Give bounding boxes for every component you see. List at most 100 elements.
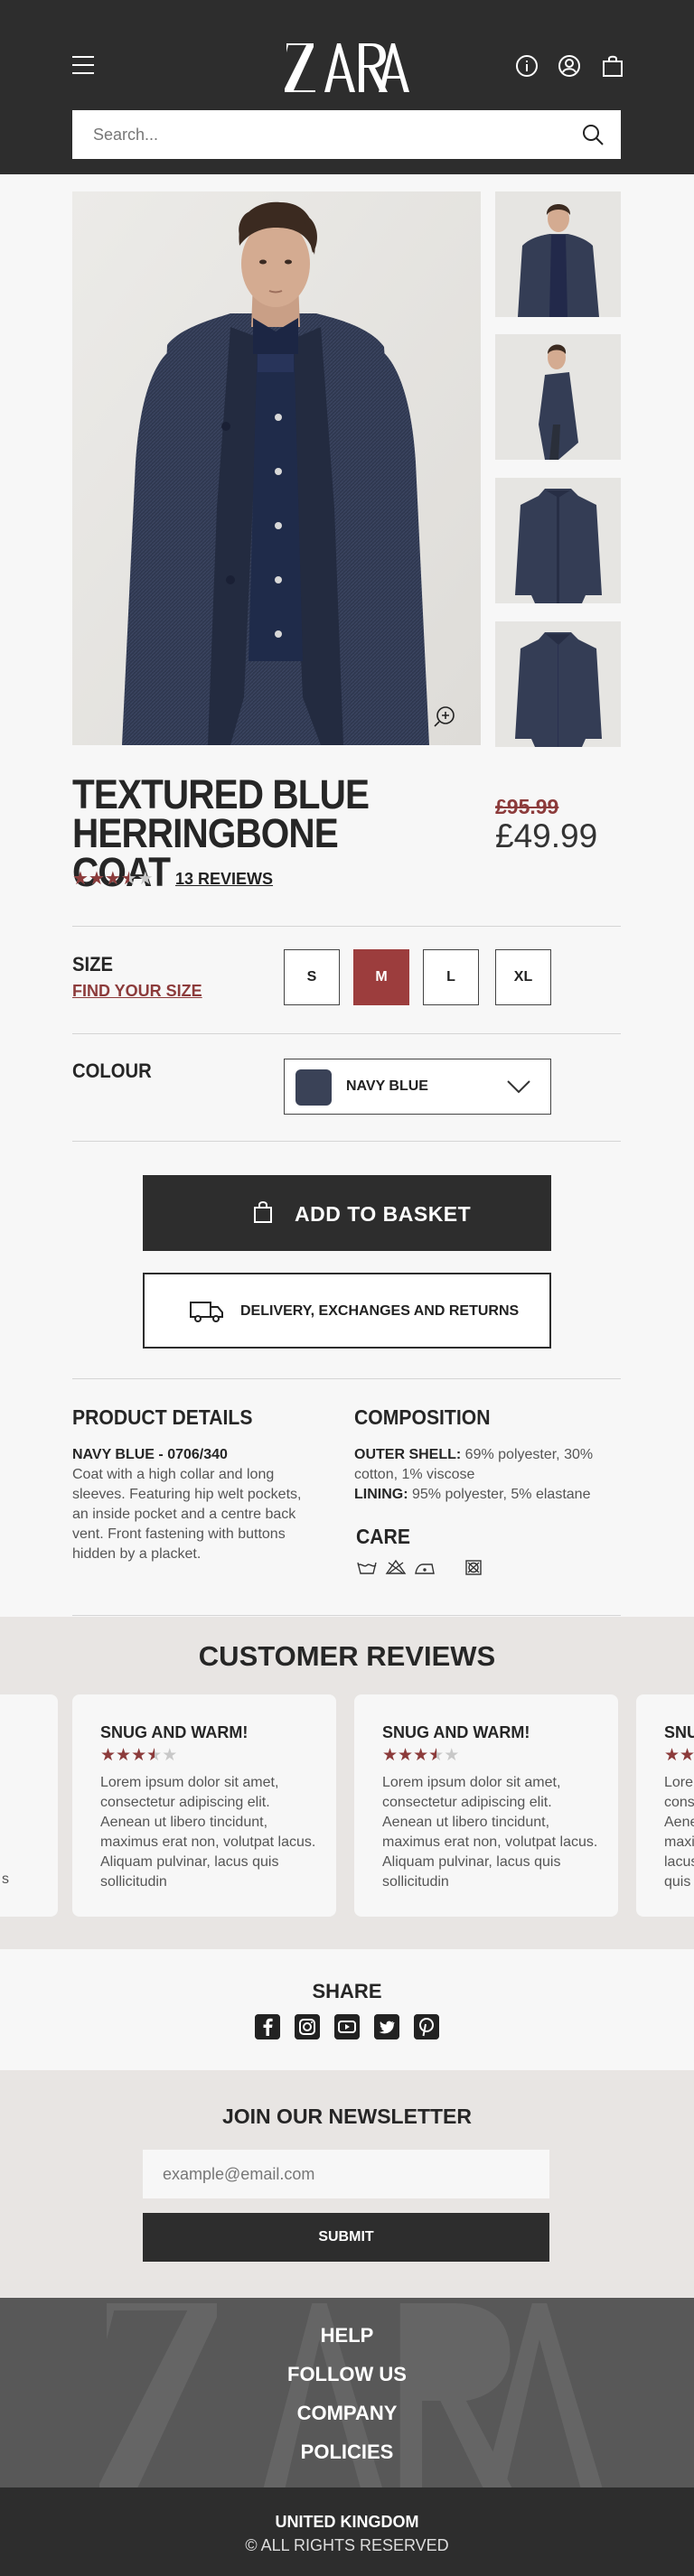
instagram-icon[interactable] [295,2014,320,2039]
composition-outer: OUTER SHELL: 69% polyester, 30% cotton, … [354,1447,594,1482]
newsletter-section: JOIN OUR NEWSLETTER SUBMIT [0,2070,694,2298]
product-main-image[interactable] [72,191,481,745]
product-thumbnail-2[interactable] [495,334,621,460]
size-option-xl[interactable]: XL [495,949,551,1005]
star-icon: ★★ [72,869,89,889]
product-thumbnail-4[interactable] [495,621,621,747]
star-icon: ★★ [146,1746,163,1765]
add-to-basket-button[interactable]: ADD TO BASKET [143,1175,551,1251]
review-stars: ★★★★★★★★★★ [382,1745,459,1766]
divider [72,1141,621,1142]
pinterest-icon[interactable] [414,2014,439,2039]
product-reference: NAVY BLUE - 0706/340 [72,1447,228,1462]
star-icon: ★★ [398,1746,414,1765]
twitter-icon[interactable] [374,2014,399,2039]
basket-icon [254,1201,272,1223]
divider [72,1378,621,1379]
country-label[interactable]: UNITED KINGDOM [0,2513,694,2532]
original-price: £95.99 [495,795,559,818]
account-icon[interactable] [558,54,581,78]
rating-stars: ★★★★★★★★★★ [72,869,154,889]
newsletter-heading: JOIN OUR NEWSLETTER [221,2105,472,2128]
composition-lining: LINING: 95% polyester, 5% elastane [354,1487,591,1502]
product-thumbnail-3[interactable] [495,478,621,603]
footer-link-company[interactable]: COMPANY [0,2402,694,2425]
product-thumbnail-1[interactable] [495,191,621,317]
sale-price: £49.99 [495,817,598,854]
star-icon: ★★ [136,869,154,889]
search-bar [72,110,621,159]
wash-30-icon [357,1562,377,1574]
reviews-link[interactable]: 13 REVIEWS [175,870,273,889]
header [0,0,694,174]
zara-logo[interactable] [285,40,409,94]
youtube-icon[interactable] [334,2014,360,2039]
product-details-heading: PRODUCT DETAILS [72,1405,253,1429]
divider [72,926,621,927]
chevron-down-icon [507,1080,530,1094]
basket-icon[interactable] [602,54,624,78]
colour-select[interactable]: NAVY BLUE [284,1059,551,1115]
review-stars: ★★★★★★★★★★ [100,1745,177,1766]
review-body: Lore cons Aene maxi lacus quis [664,1775,694,1890]
delivery-truck-icon [190,1302,223,1322]
newsletter-email-input[interactable] [143,2150,549,2198]
zoom-in-icon[interactable] [433,705,456,728]
review-card[interactable]: SNUG AND WARM! ★★★★★★★★★★ Lorem ipsum do… [72,1694,336,1917]
colour-swatch [295,1069,332,1106]
review-body: Lorem ipsum dolor sit amet, consectetur … [100,1775,316,1890]
review-title: SNUG AND WARM! [382,1723,530,1741]
divider [72,1033,621,1034]
search-input[interactable] [72,110,578,159]
customer-reviews-section: CUSTOMER REVIEWS s SNUG AND WARM! ★ ★ ★ ★ ★ ★… [0,1617,694,1949]
divider [72,1615,621,1616]
delivery-returns-button[interactable]: DELIVERY, EXCHANGES AND RETURNS [143,1273,551,1349]
star-icon: ★★ [100,1746,117,1765]
size-option-s[interactable]: S [284,949,340,1005]
info-icon[interactable] [515,54,539,78]
search-icon[interactable] [581,123,605,146]
star-icon: ★★ [120,869,137,889]
review-body: Lorem ipsum dolor sit amet, consectetur … [382,1775,598,1890]
copyright: © ALL RIGHTS RESERVED [245,2536,449,2554]
footer-link-policies[interactable]: POLICIES [0,2441,694,2464]
footer-links: HELP FOLLOW US COMPANY POLICIES [0,2298,694,2487]
product-description: Coat with a high collar and long sleeves… [72,1467,302,1562]
footer-link-help[interactable]: HELP [0,2324,694,2347]
add-to-basket-label: ADD TO BASKET [295,1202,472,1226]
star-icon: ★★ [680,1746,694,1765]
review-card-partial-left[interactable]: s [0,1694,58,1917]
care-heading: CARE [356,1525,410,1548]
review-title: SNUG AND WARM! [100,1723,249,1741]
footer-link-follow-us[interactable]: FOLLOW US [0,2363,694,2386]
reviews-heading: CUSTOMER REVIEWS [198,1640,496,1672]
review-title: SNU [664,1723,694,1741]
delivery-returns-label: DELIVERY, EXCHANGES AND RETURNS [240,1303,520,1319]
share-heading: SHARE [312,1980,382,2002]
star-icon: ★★ [664,1746,680,1765]
review-card-partial-right[interactable]: SNU ★★★★★★★★★★ Lore cons Aene maxi lacus… [636,1694,694,1917]
star-icon: ★★ [162,1746,178,1765]
share-section: SHARE [0,1949,694,2070]
newsletter-submit-button[interactable]: SUBMIT [143,2213,549,2262]
star-icon: ★★ [88,869,105,889]
colour-value: NAVY BLUE [346,1078,428,1094]
facebook-icon[interactable] [255,2014,280,2039]
size-label: SIZE [72,953,113,975]
star-icon: ★★ [444,1746,460,1765]
do-not-bleach-icon [385,1559,407,1574]
colour-label: COLOUR [72,1059,152,1082]
find-your-size-link[interactable]: FIND YOUR SIZE [72,982,202,1001]
star-icon: ★★ [116,1746,132,1765]
star-icon: ★★ [131,1746,147,1765]
menu-icon[interactable] [72,56,94,76]
size-option-l[interactable]: L [423,949,479,1005]
size-option-m[interactable]: M [353,949,409,1005]
tumble-dry-icon [465,1560,482,1575]
review-card[interactable]: SNUG AND WARM! ★★★★★★★★★★ Lorem ipsum do… [354,1694,618,1917]
star-icon: ★★ [382,1746,399,1765]
star-icon: ★★ [428,1746,445,1765]
composition-heading: COMPOSITION [354,1405,491,1429]
star-icon: ★★ [104,869,121,889]
care-icons [357,1559,482,1575]
